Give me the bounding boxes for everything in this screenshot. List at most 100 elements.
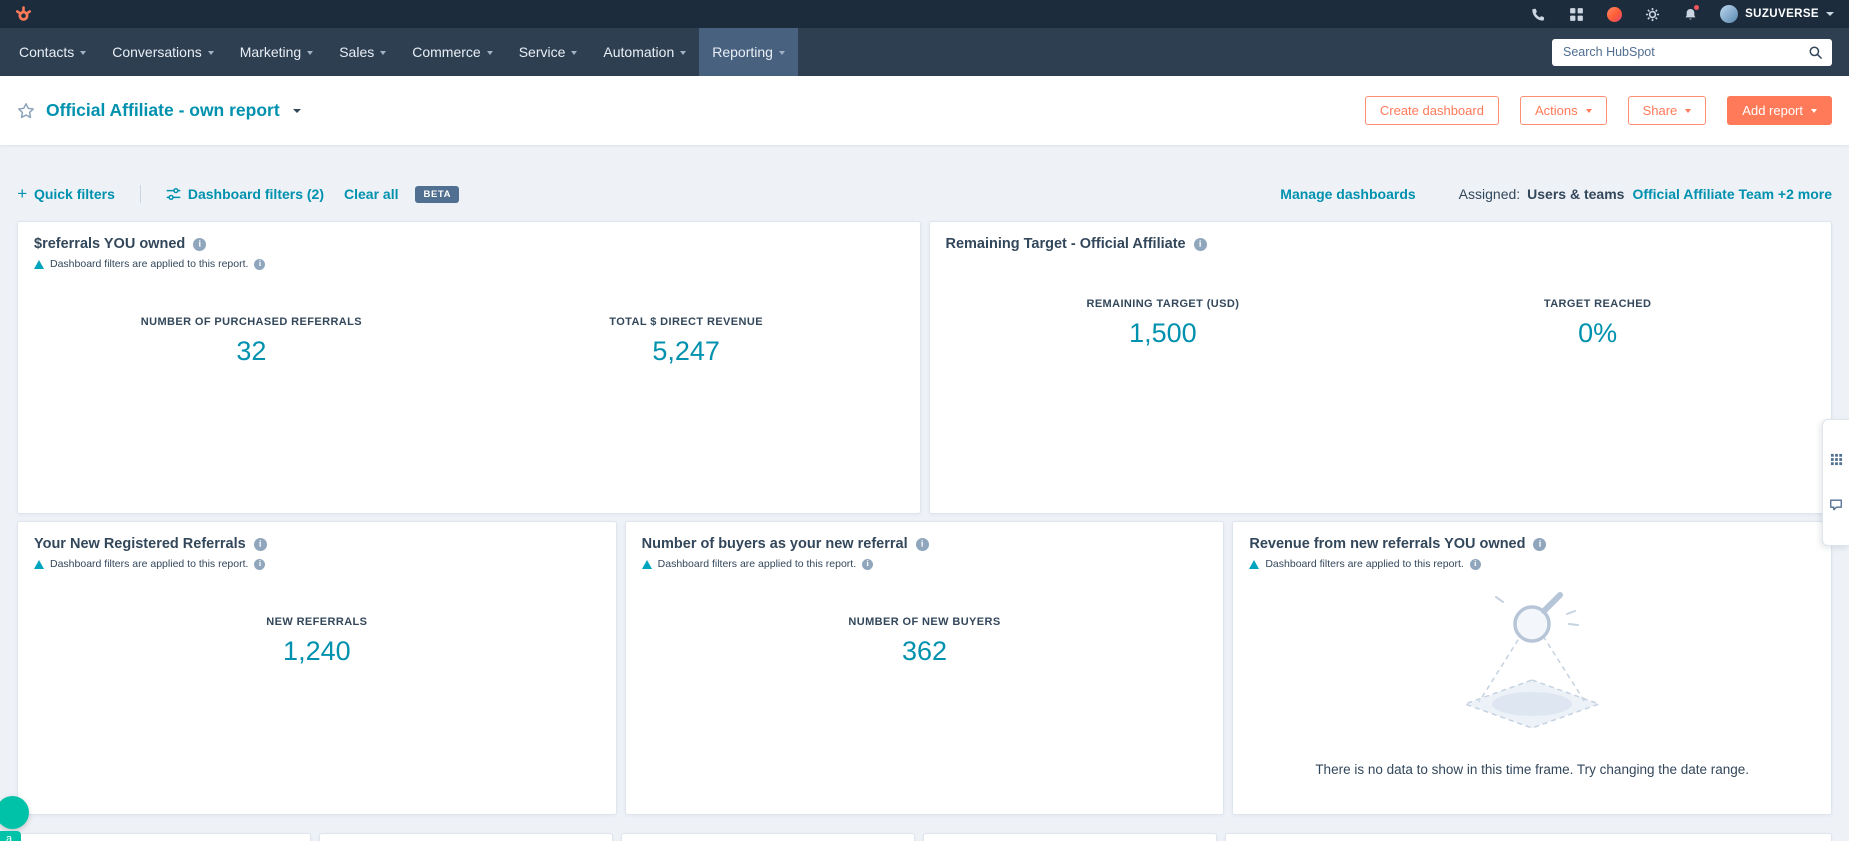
info-icon[interactable]: [862, 559, 873, 570]
card-filter-note: Dashboard filters are applied to this re…: [1249, 558, 1815, 570]
chevron-down-icon: [680, 51, 686, 55]
chevron-down-icon: [1685, 109, 1691, 113]
grid-icon[interactable]: [1830, 453, 1843, 466]
chat-beacon-label[interactable]: a: [0, 831, 21, 841]
chevron-down-icon: [571, 51, 577, 55]
metric-value[interactable]: 32: [34, 336, 469, 367]
notifications-icon[interactable]: [1682, 6, 1699, 23]
info-icon[interactable]: [1470, 559, 1481, 570]
metric-value[interactable]: 1,240: [34, 636, 600, 667]
metric-label: TARGET REACHED: [1380, 298, 1815, 310]
assigned-value: Users & teams: [1527, 186, 1624, 202]
report-card-partial: [17, 833, 311, 841]
metric-purchased-referrals: NUMBER OF PURCHASED REFERRALS 32: [34, 316, 469, 367]
metric-label: NUMBER OF PURCHASED REFERRALS: [34, 316, 469, 328]
nav-item-label: Conversations: [112, 44, 202, 60]
info-icon[interactable]: [1533, 538, 1546, 551]
hubspot-sprocket-icon: [15, 6, 32, 23]
metric-value[interactable]: 0%: [1380, 318, 1815, 349]
nav-item-sales[interactable]: Sales: [326, 28, 399, 76]
actions-button[interactable]: Actions: [1520, 96, 1607, 125]
button-label: Share: [1643, 103, 1678, 118]
nav-item-label: Service: [519, 44, 566, 60]
create-dashboard-button[interactable]: Create dashboard: [1365, 96, 1499, 125]
filter-warning-icon: [34, 560, 44, 569]
right-flyout-panel[interactable]: [1822, 419, 1849, 546]
topbar-actions: SUZUVERSE: [1530, 5, 1834, 23]
manage-dashboards-link[interactable]: Manage dashboards: [1280, 186, 1415, 202]
card-title: Remaining Target - Official Affiliate: [946, 236, 1186, 252]
info-icon[interactable]: [254, 559, 265, 570]
nav-item-automation[interactable]: Automation: [590, 28, 699, 76]
copilot-icon[interactable]: [1606, 6, 1623, 23]
page-title[interactable]: Official Affiliate - own report: [46, 100, 280, 121]
info-icon[interactable]: [916, 538, 929, 551]
cards-row-3: [17, 833, 1832, 841]
dashboard-filters-button[interactable]: Dashboard filters (2): [166, 186, 324, 202]
info-icon[interactable]: [1194, 238, 1207, 251]
filter-warning-icon: [642, 560, 652, 569]
nav-item-contacts[interactable]: Contacts: [6, 28, 99, 76]
assigned-label: Assigned:: [1459, 186, 1520, 202]
global-search[interactable]: [1552, 39, 1832, 66]
hubspot-sprocket-logo-icon[interactable]: [15, 6, 32, 23]
metric-value[interactable]: 5,247: [469, 336, 904, 367]
card-filter-note: Dashboard filters are applied to this re…: [642, 558, 1208, 570]
metric-value[interactable]: 362: [642, 636, 1208, 667]
info-icon[interactable]: [193, 238, 206, 251]
nav-item-label: Commerce: [412, 44, 480, 60]
nav-item-label: Sales: [339, 44, 374, 60]
report-card-new-buyers: Number of buyers as your new referral Da…: [625, 521, 1225, 815]
quick-filters-label: Quick filters: [34, 186, 115, 202]
title-chevron-down-icon[interactable]: [293, 109, 301, 113]
quick-filters-button[interactable]: Quick filters: [17, 186, 115, 202]
cards-row-2: Your New Registered Referrals Dashboard …: [17, 521, 1832, 815]
chevron-down-icon: [1586, 109, 1592, 113]
sliders-icon: [166, 187, 181, 201]
metric-value[interactable]: 1,500: [946, 318, 1381, 349]
chevron-down-icon: [1811, 109, 1817, 113]
favorite-star-icon[interactable]: [17, 102, 35, 120]
nav-item-marketing[interactable]: Marketing: [227, 28, 326, 76]
card-title: Number of buyers as your new referral: [642, 536, 908, 552]
search-input[interactable]: [1563, 45, 1808, 59]
metric-remaining-target: REMAINING TARGET (USD) 1,500: [946, 298, 1381, 349]
filter-bar-right: Manage dashboards Assigned: Users & team…: [1280, 186, 1832, 202]
filter-warning-icon: [34, 260, 44, 269]
filter-warning-icon: [1249, 560, 1259, 569]
assigned-teams-link[interactable]: Official Affiliate Team +2 more: [1632, 186, 1832, 202]
primary-nav: Contacts Conversations Marketing Sales C…: [0, 28, 1849, 76]
nav-item-commerce[interactable]: Commerce: [399, 28, 505, 76]
report-card-referrals-owned: $referrals YOU owned Dashboard filters a…: [17, 221, 921, 514]
avatar: [1720, 5, 1738, 23]
nav-item-service[interactable]: Service: [506, 28, 591, 76]
info-icon[interactable]: [254, 538, 267, 551]
metric-label: NUMBER OF NEW BUYERS: [642, 616, 1208, 628]
chevron-down-icon: [1826, 12, 1834, 16]
clear-all-button[interactable]: Clear all: [344, 186, 398, 202]
calls-icon[interactable]: [1530, 6, 1547, 23]
chevron-down-icon: [80, 51, 86, 55]
nav-item-conversations[interactable]: Conversations: [99, 28, 227, 76]
cards-row-1: $referrals YOU owned Dashboard filters a…: [17, 221, 1832, 514]
report-card-partial: [923, 833, 1217, 841]
comment-icon[interactable]: [1829, 498, 1843, 512]
nav-item-label: Automation: [603, 44, 674, 60]
report-card-remaining-target: Remaining Target - Official Affiliate RE…: [929, 221, 1833, 514]
chevron-down-icon: [208, 51, 214, 55]
account-menu[interactable]: SUZUVERSE: [1720, 5, 1834, 23]
metric-label: REMAINING TARGET (USD): [946, 298, 1381, 310]
metric-label: NEW REFERRALS: [34, 616, 600, 628]
button-label: Actions: [1535, 103, 1578, 118]
search-icon[interactable]: [1808, 45, 1823, 60]
card-title: Revenue from new referrals YOU owned: [1249, 536, 1525, 552]
copilot-dot: [1607, 7, 1622, 22]
settings-icon[interactable]: [1644, 6, 1661, 23]
add-report-button[interactable]: Add report: [1727, 96, 1832, 125]
nav-item-reporting[interactable]: Reporting: [699, 28, 798, 76]
plus-icon: [17, 186, 27, 202]
share-button[interactable]: Share: [1628, 96, 1707, 125]
card-filter-note: Dashboard filters are applied to this re…: [34, 258, 904, 270]
marketplace-icon[interactable]: [1568, 6, 1585, 23]
info-icon[interactable]: [254, 259, 265, 270]
